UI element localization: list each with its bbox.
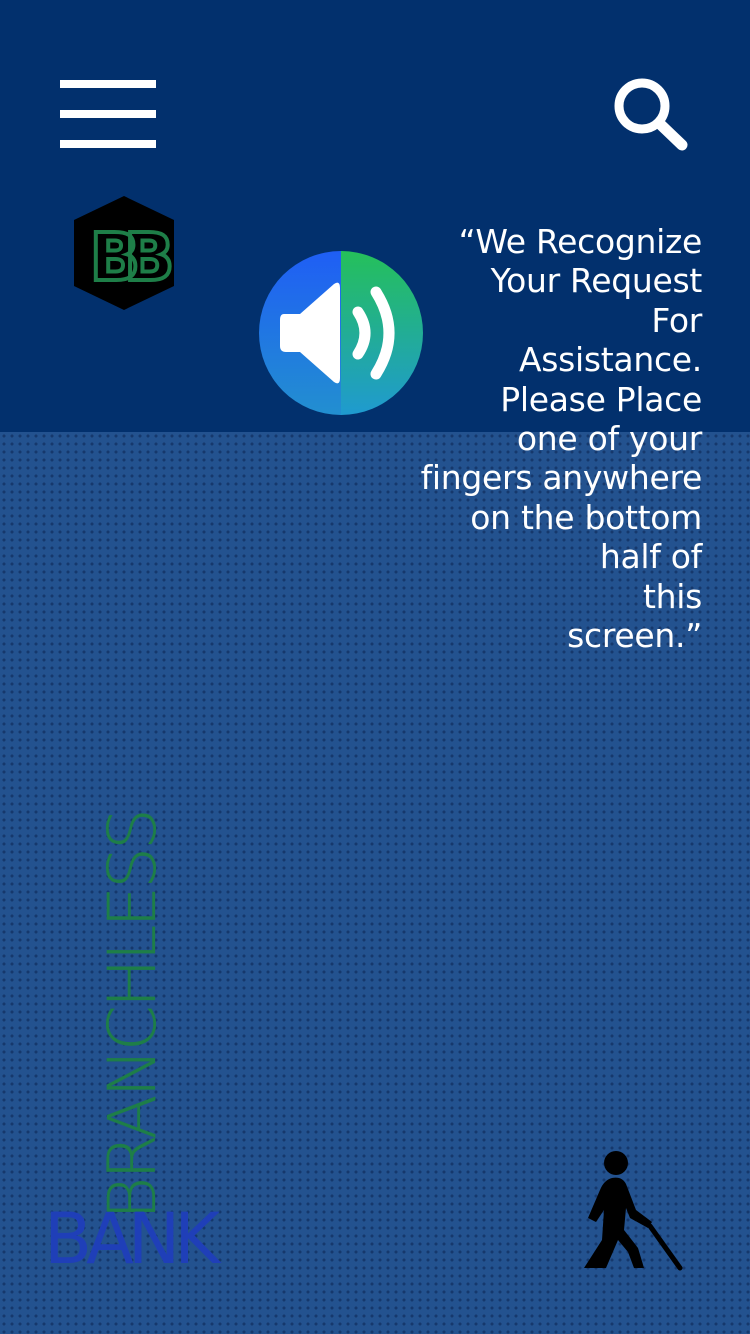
accessibility-button[interactable] bbox=[578, 1148, 684, 1272]
brand-bank: BANK bbox=[44, 1198, 220, 1280]
logo-text: BB bbox=[90, 219, 170, 296]
menu-icon-bar-bottom bbox=[60, 140, 156, 148]
message-line: “We Recognize bbox=[458, 222, 703, 261]
message-line: Please Place bbox=[500, 379, 702, 419]
message-line: on the bottom bbox=[470, 497, 702, 537]
bb-logo: BB bbox=[70, 194, 188, 312]
message-line: For bbox=[651, 300, 702, 340]
message-line: one of your bbox=[516, 419, 702, 459]
menu-icon-bar-middle bbox=[60, 110, 156, 118]
search-button[interactable] bbox=[608, 72, 692, 156]
message-line: screen.” bbox=[567, 616, 702, 656]
assistance-message: “We Recognize Your Request For Assistanc… bbox=[372, 222, 703, 656]
message-line: fingers anywhere bbox=[420, 458, 703, 498]
search-icon bbox=[614, 78, 688, 151]
menu-icon-bar-top bbox=[60, 80, 156, 88]
message-line: this bbox=[642, 576, 702, 616]
hexagon-logo-icon: BB bbox=[74, 196, 188, 310]
brand-branchless: BRANCHLESS bbox=[94, 811, 171, 1220]
message-line: Assistance. bbox=[518, 340, 702, 380]
message-line: Your Request bbox=[490, 261, 703, 301]
menu-button[interactable] bbox=[60, 80, 156, 150]
blind-person-cane-icon bbox=[584, 1151, 683, 1271]
message-line: half of bbox=[599, 537, 702, 577]
